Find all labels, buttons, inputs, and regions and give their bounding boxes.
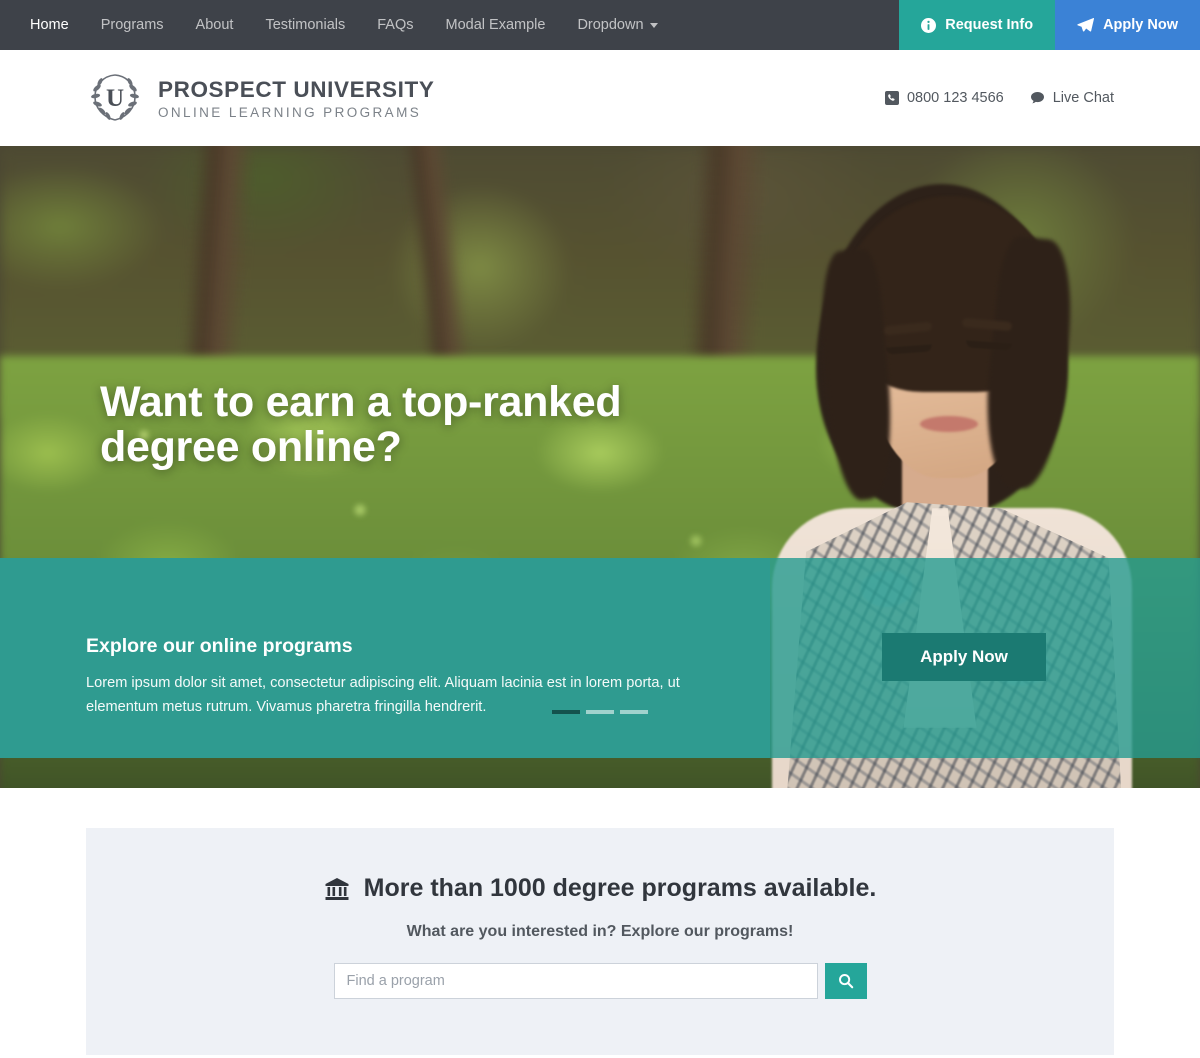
nav-dropdown-label: Dropdown: [577, 17, 644, 33]
band-heading: Explore our online programs: [86, 634, 353, 657]
program-search-input[interactable]: [333, 963, 818, 999]
brand-tagline: ONLINE LEARNING PROGRAMS: [158, 104, 422, 120]
program-search-button[interactable]: [824, 963, 867, 999]
nav-link-dropdown[interactable]: Dropdown: [561, 0, 673, 50]
university-building-icon: [324, 876, 350, 902]
nav-links: Home Programs About Testimonials FAQs Mo…: [0, 0, 899, 50]
phone-number-label: 0800 123 4566: [906, 90, 1004, 106]
phone-number[interactable]: 0800 123 4566: [884, 90, 1004, 106]
brand-name: PROSPECT UNIVERSITY: [158, 76, 435, 102]
brand-logo[interactable]: U PROSPECT UNIVERSITY ONLINE LEARNING PR…: [86, 70, 434, 126]
request-info-label: Request Info: [945, 17, 1034, 33]
apply-now-nav-label: Apply Now: [1103, 17, 1178, 33]
portrait-mouth: [920, 416, 978, 432]
top-navigation-bar: Home Programs About Testimonials FAQs Mo…: [0, 0, 1200, 50]
paper-plane-icon: [1077, 17, 1095, 33]
laurel-wreath-u-icon: U: [86, 70, 144, 126]
hero-overlay-band: Explore our online programs Lorem ipsum …: [0, 558, 1200, 758]
carousel-indicator-1[interactable]: [552, 710, 580, 714]
svg-text:U: U: [106, 85, 124, 112]
panel-heading: More than 1000 degree programs available…: [126, 874, 1074, 903]
carousel-indicator-2[interactable]: [586, 710, 614, 714]
carousel-indicators: [0, 710, 1200, 714]
program-search-section: More than 1000 degree programs available…: [0, 788, 1200, 1055]
carousel-indicator-3[interactable]: [620, 710, 648, 714]
search-icon: [838, 973, 854, 989]
info-circle-icon: [921, 17, 937, 33]
nav-link-about[interactable]: About: [180, 0, 250, 50]
comment-icon: [1030, 91, 1045, 105]
header-contact: 0800 123 4566 Live Chat: [884, 90, 1114, 106]
apply-now-hero-button[interactable]: Apply Now: [882, 632, 1046, 681]
live-chat-link[interactable]: Live Chat: [1030, 90, 1114, 106]
site-header: U PROSPECT UNIVERSITY ONLINE LEARNING PR…: [0, 50, 1200, 146]
nav-link-home[interactable]: Home: [14, 0, 85, 50]
request-info-button[interactable]: Request Info: [899, 0, 1056, 50]
hero-title: Want to earn a top-ranked degree online?: [100, 378, 622, 472]
program-search-panel: More than 1000 degree programs available…: [86, 828, 1114, 1055]
live-chat-label: Live Chat: [1052, 90, 1114, 106]
nav-link-programs[interactable]: Programs: [85, 0, 180, 50]
nav-link-testimonials[interactable]: Testimonials: [249, 0, 361, 50]
panel-subheading: What are you interested in? Explore our …: [406, 923, 794, 940]
apply-now-nav-button[interactable]: Apply Now: [1055, 0, 1200, 50]
panel-heading-text: More than 1000 degree programs available…: [363, 874, 877, 902]
hero-carousel: Want to earn a top-ranked degree online?…: [0, 146, 1200, 788]
nav-link-modal-example[interactable]: Modal Example: [430, 0, 562, 50]
search-row: [126, 963, 1074, 999]
nav-link-faqs[interactable]: FAQs: [361, 0, 429, 50]
phone-square-icon: [884, 91, 899, 105]
chevron-down-icon: [649, 22, 658, 28]
